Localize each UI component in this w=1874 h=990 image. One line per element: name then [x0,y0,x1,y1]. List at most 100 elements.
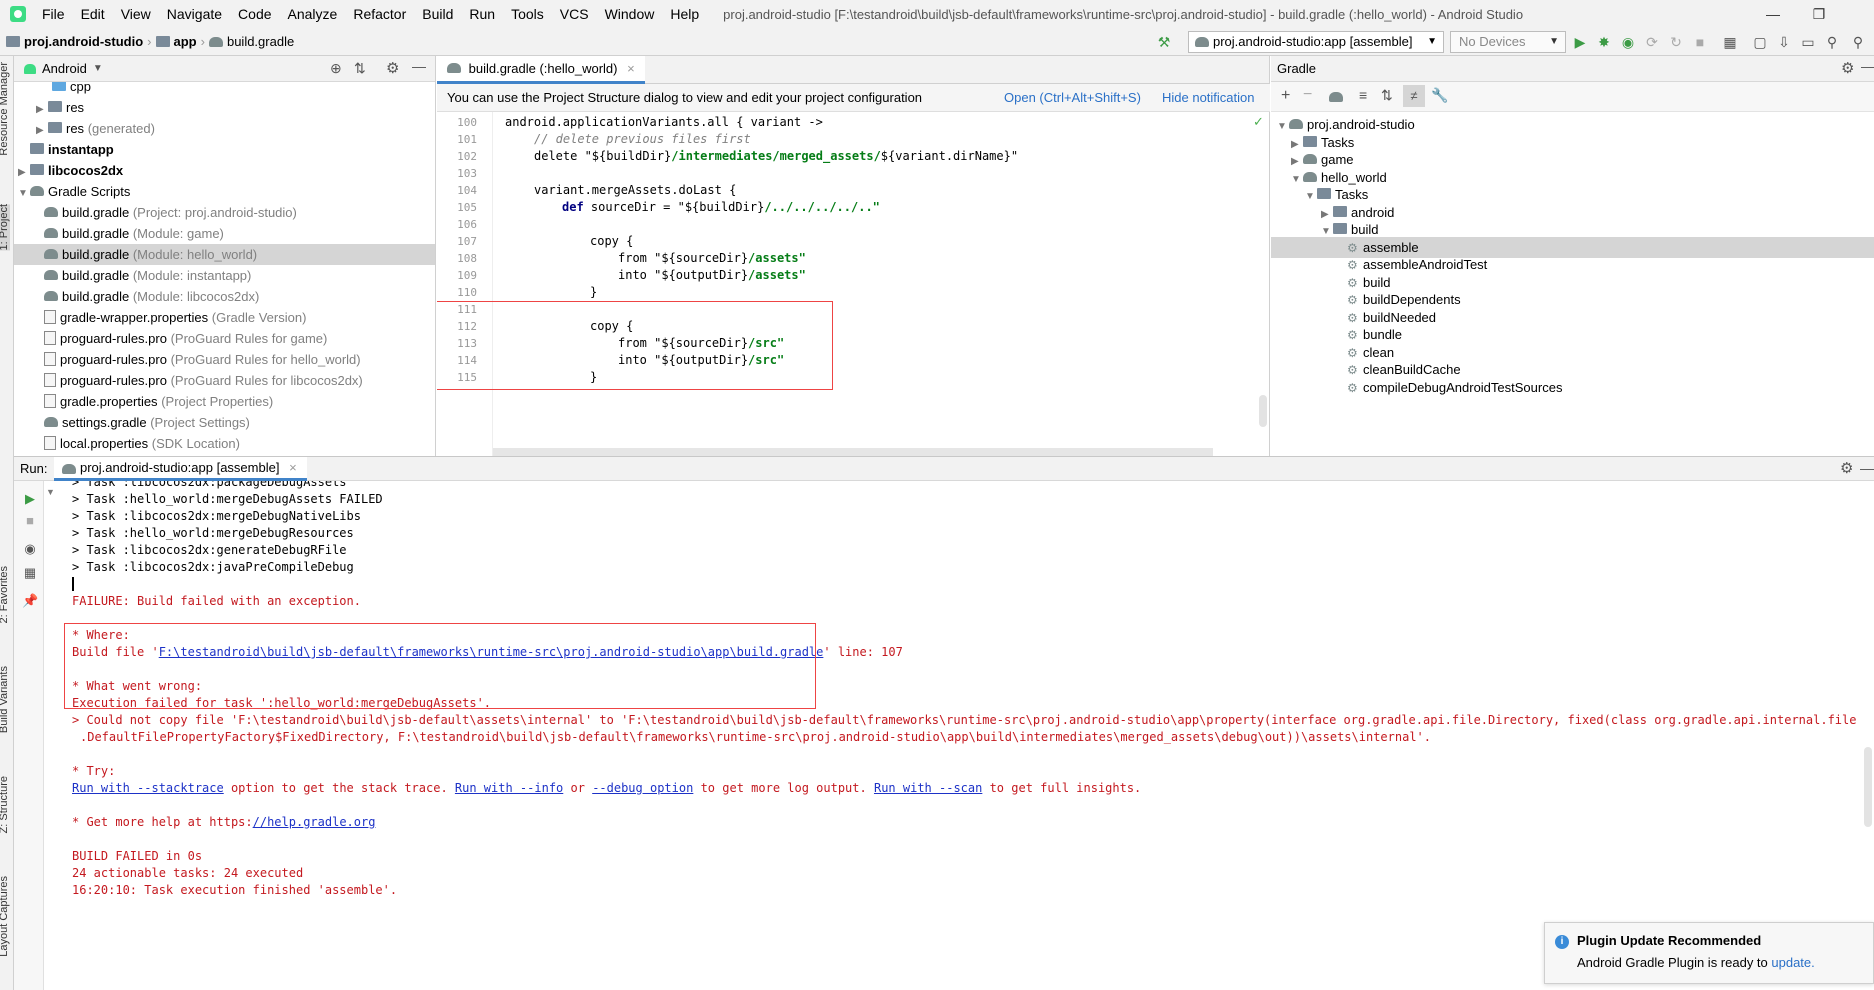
tab-project[interactable]: 1: Project [0,204,10,251]
console-scrollbar[interactable] [1864,747,1872,827]
console-output[interactable]: > Task :libcocos2dx:packageDebugAssets >… [58,481,1874,990]
stop-icon[interactable]: ■ [22,513,38,529]
breadcrumb-project[interactable]: proj.android-studio [24,34,143,49]
tab-build-variants[interactable]: Build Variants [0,666,10,733]
menu-refactor[interactable]: Refactor [345,0,414,28]
tree-item[interactable]: ⚙ compileDebugAndroidTestSources [1271,377,1874,398]
minimize-icon[interactable]: — [1750,0,1796,28]
menu-edit[interactable]: Edit [73,0,113,28]
gear-icon[interactable]: ⚙ [386,59,399,77]
search-icon[interactable]: ⚲ [1850,34,1866,50]
run-icon[interactable]: ▶ [1572,34,1588,50]
expand-all-icon[interactable]: ≡ [1359,87,1367,103]
close-icon[interactable]: × [289,460,297,475]
profile-icon[interactable]: ◉ [1620,34,1636,50]
tree-item[interactable]: ▶ libcocos2dx [14,160,435,181]
sdk-manager-icon[interactable]: ⇩ [1776,34,1792,50]
wrench-icon[interactable]: 🔧 [1431,87,1448,104]
tree-item[interactable]: proguard-rules.pro (ProGuard Rules for g… [14,328,435,349]
hide-panel-icon[interactable]: — [1860,456,1874,480]
avd-manager-icon[interactable]: ▢ [1752,34,1768,50]
apply-changes-icon[interactable]: ⟳ [1644,34,1660,50]
device-file-explorer-icon[interactable]: ▭ [1800,34,1816,50]
pin-icon[interactable]: 📌 [22,593,38,609]
chevron-down-icon[interactable]: ▼ [18,183,30,204]
tree-item-selected[interactable]: build.gradle (Module: hello_world) [14,244,435,265]
menu-file[interactable]: File [34,0,73,28]
tab-build-gradle[interactable]: build.gradle (:hello_world) × [437,56,645,84]
locate-file-icon[interactable]: ⊕ [330,60,342,77]
menu-vcs[interactable]: VCS [552,0,597,28]
tab-favorites[interactable]: 2: Favorites [0,566,10,623]
chevron-right-icon[interactable]: ▶ [36,99,48,120]
tree-item[interactable]: gradle-wrapper.properties (Gradle Versio… [14,307,435,328]
tree-item[interactable]: ▶ res [14,97,435,118]
layout-icon[interactable]: ▦ [22,565,38,581]
tab-structure[interactable]: Z: Structure [0,776,10,833]
gear-icon[interactable]: ⚙ [1840,457,1853,481]
menu-build[interactable]: Build [414,0,461,28]
run-configuration-select[interactable]: proj.android-studio:app [assemble] ▼ [1188,31,1444,53]
device-select[interactable]: No Devices ▼ [1450,31,1566,53]
menu-analyze[interactable]: Analyze [280,0,346,28]
tree-item[interactable]: proguard-rules.pro (ProGuard Rules for l… [14,370,435,391]
search-everywhere-icon[interactable]: ⚲ [1824,34,1840,50]
stop-icon[interactable]: ■ [1692,34,1708,50]
gradle-icon[interactable] [1329,92,1343,102]
run-with-stacktrace-link[interactable]: Run with --stacktrace [72,781,224,795]
editor-scrollbar[interactable] [1259,395,1267,427]
project-view-selector[interactable]: Android [42,61,87,76]
make-project-hammer-icon[interactable]: ⚒ [1156,34,1172,50]
hide-notification-link[interactable]: Hide notification [1162,84,1255,112]
debug-option-link[interactable]: --debug option [592,781,693,795]
tree-item[interactable]: instantapp [14,139,435,160]
eye-icon[interactable]: ◉ [22,541,38,557]
tree-item[interactable]: cpp [14,82,435,97]
run-with-scan-link[interactable]: Run with --scan [874,781,982,795]
tree-item[interactable]: build.gradle (Module: instantapp) [14,265,435,286]
tree-item[interactable]: ▼ Gradle Scripts [14,181,435,202]
breadcrumb-file[interactable]: build.gradle [227,34,294,49]
tab-layout-captures[interactable]: Layout Captures [0,876,10,957]
debug-icon[interactable]: ✸ [1596,34,1612,50]
menu-help[interactable]: Help [662,0,707,28]
chevron-right-icon[interactable]: ▶ [18,162,30,183]
maximize-icon[interactable]: ❐ [1796,0,1842,28]
menu-code[interactable]: Code [230,0,279,28]
toggle-offline-mode-icon[interactable]: ≠ [1403,85,1425,107]
tree-item[interactable]: local.properties (SDK Location) [14,433,435,454]
chevron-down-icon[interactable]: ▼ [46,487,55,497]
chevron-down-icon[interactable]: ▼ [93,63,103,74]
tree-item[interactable]: gradle.properties (Project Properties) [14,391,435,412]
tree-item[interactable]: settings.gradle (Project Settings) [14,412,435,433]
tab-run-assemble[interactable]: proj.android-studio:app [assemble] × [54,457,307,481]
tree-item[interactable]: build.gradle (Module: libcocos2dx) [14,286,435,307]
menu-navigate[interactable]: Navigate [159,0,230,28]
collapse-all-icon[interactable]: ⇅ [354,60,366,77]
breadcrumb-module[interactable]: app [174,34,197,49]
hide-panel-icon[interactable]: — [1861,58,1874,74]
sync-project-icon[interactable]: ▦ [1722,34,1738,50]
open-project-structure-link[interactable]: Open (Ctrl+Alt+Shift+S) [1004,84,1141,112]
menu-tools[interactable]: Tools [503,0,552,28]
tree-item[interactable]: ▶ res (generated) [14,118,435,139]
gradle-help-link[interactable]: //help.gradle.org [253,815,376,829]
tree-item[interactable]: build.gradle (Project: proj.android-stud… [14,202,435,223]
tree-item[interactable]: proguard-rules.pro (ProGuard Rules for h… [14,349,435,370]
hide-panel-icon[interactable]: — [412,58,426,74]
code-area[interactable]: 100 101 102 103 104 105 106 107 108 109 … [437,112,1270,456]
close-icon[interactable]: × [627,61,635,76]
collapse-all-icon[interactable]: ⇅ [1381,87,1393,104]
gear-icon[interactable]: ⚙ [1841,59,1854,77]
tab-resource-manager[interactable]: Resource Manager [0,62,10,156]
menu-view[interactable]: View [113,0,159,28]
add-icon[interactable]: + [1281,87,1290,105]
menu-run[interactable]: Run [461,0,503,28]
chevron-right-icon[interactable]: ▶ [36,120,48,141]
remove-icon[interactable]: − [1303,86,1312,104]
run-with-info-link[interactable]: Run with --info [455,781,563,795]
editor-horizontal-scrollbar[interactable] [493,448,1213,456]
update-link[interactable]: update. [1771,955,1814,970]
apply-code-changes-icon[interactable]: ↻ [1668,34,1684,50]
tree-item[interactable]: build.gradle (Module: game) [14,223,435,244]
